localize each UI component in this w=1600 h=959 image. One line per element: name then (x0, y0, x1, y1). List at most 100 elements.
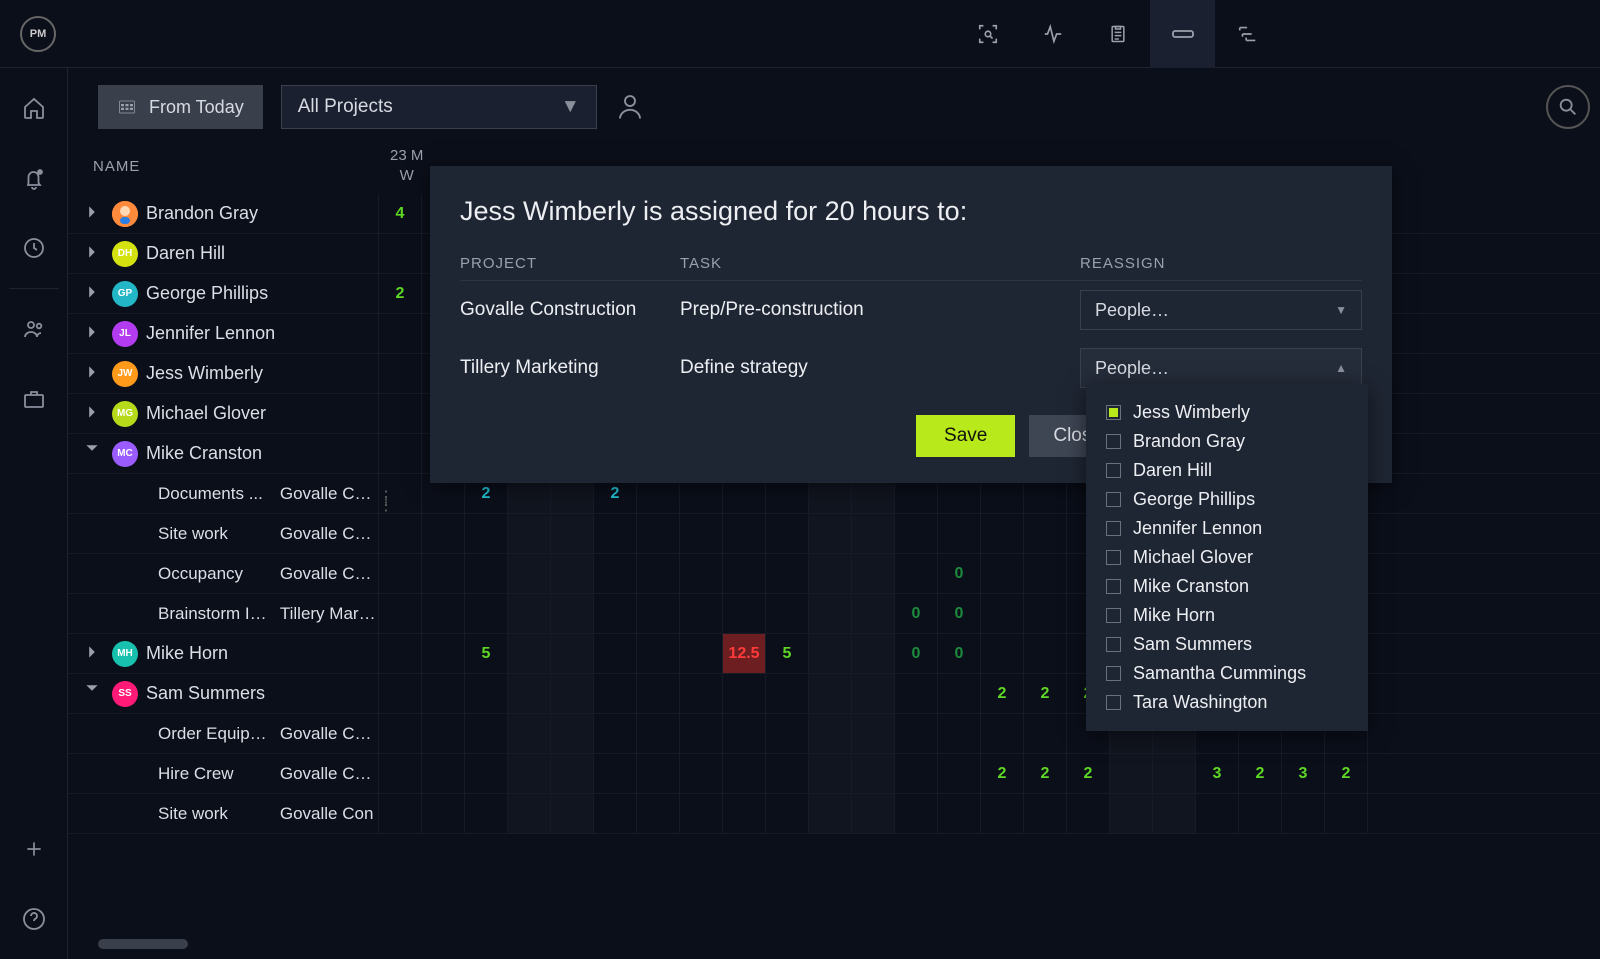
workload-cell[interactable] (808, 714, 851, 753)
workload-cell[interactable] (679, 754, 722, 793)
workload-cell[interactable] (765, 754, 808, 793)
people-option[interactable]: Brandon Gray (1086, 427, 1368, 456)
workload-cell[interactable] (1109, 794, 1152, 833)
workload-cell[interactable] (421, 754, 464, 793)
workload-cell[interactable] (937, 674, 980, 713)
workload-cell[interactable] (765, 794, 808, 833)
clock-icon[interactable] (14, 228, 54, 268)
workload-cell[interactable] (765, 594, 808, 633)
workload-cell[interactable] (378, 234, 421, 273)
workload-cell[interactable] (1367, 674, 1410, 713)
workload-cell[interactable] (1109, 754, 1152, 793)
workload-cell[interactable] (593, 794, 636, 833)
workload-cell[interactable] (636, 634, 679, 673)
workload-cell[interactable]: 2 (980, 754, 1023, 793)
workload-cell[interactable] (421, 634, 464, 673)
people-option[interactable]: Jess Wimberly (1086, 398, 1368, 427)
workload-cell[interactable] (765, 554, 808, 593)
workload-cell[interactable] (507, 674, 550, 713)
workload-cell[interactable] (679, 714, 722, 753)
scan-icon[interactable] (955, 0, 1020, 68)
checkbox[interactable] (1106, 695, 1121, 710)
workload-cell[interactable]: 2 (1023, 754, 1066, 793)
workload-cell[interactable] (808, 754, 851, 793)
workload-cell[interactable] (378, 794, 421, 833)
plus-icon[interactable] (14, 829, 54, 869)
workload-cell[interactable] (593, 514, 636, 553)
gantt-icon[interactable] (1215, 0, 1280, 68)
people-option[interactable]: Michael Glover (1086, 543, 1368, 572)
from-today-button[interactable]: From Today (98, 85, 263, 129)
people-option[interactable]: Sam Summers (1086, 630, 1368, 659)
workload-cell[interactable] (980, 514, 1023, 553)
workload-cell[interactable] (679, 674, 722, 713)
people-option[interactable]: George Phillips (1086, 485, 1368, 514)
workload-cell[interactable] (894, 714, 937, 753)
expand-toggle[interactable] (80, 285, 104, 302)
workload-cell[interactable] (851, 674, 894, 713)
workload-cell[interactable] (851, 594, 894, 633)
checkbox[interactable] (1106, 666, 1121, 681)
workload-cell[interactable] (1367, 714, 1410, 753)
workload-cell[interactable] (636, 594, 679, 633)
workload-cell[interactable] (937, 794, 980, 833)
workload-cell[interactable] (378, 554, 421, 593)
checkbox[interactable] (1106, 492, 1121, 507)
workload-cell[interactable]: 4 (378, 194, 421, 233)
workload-cell[interactable]: 0 (937, 554, 980, 593)
workload-cell[interactable]: 2 (1066, 754, 1109, 793)
people-option[interactable]: Jennifer Lennon (1086, 514, 1368, 543)
workload-cell[interactable] (980, 554, 1023, 593)
workload-cell[interactable]: 0 (937, 634, 980, 673)
workload-cell[interactable] (507, 714, 550, 753)
checkbox[interactable] (1106, 550, 1121, 565)
workload-cell[interactable] (808, 514, 851, 553)
workload-cell[interactable] (1152, 794, 1195, 833)
workload-cell[interactable] (378, 434, 421, 473)
workload-cell[interactable]: 12.5 (722, 634, 765, 673)
workload-cell[interactable] (593, 754, 636, 793)
workload-cell[interactable] (378, 314, 421, 353)
workload-cell[interactable]: 0 (937, 594, 980, 633)
workload-cell[interactable] (593, 634, 636, 673)
workload-cell[interactable]: 0 (894, 594, 937, 633)
workload-cell[interactable] (464, 714, 507, 753)
workload-cell[interactable] (722, 674, 765, 713)
workload-cell[interactable] (421, 794, 464, 833)
workload-cell[interactable] (851, 794, 894, 833)
horizontal-scrollbar[interactable] (98, 939, 188, 949)
workload-cell[interactable] (808, 554, 851, 593)
workload-cell[interactable] (636, 674, 679, 713)
workload-cell[interactable] (636, 514, 679, 553)
workload-cell[interactable] (722, 594, 765, 633)
workload-cell[interactable] (1195, 794, 1238, 833)
expand-toggle[interactable] (80, 325, 104, 342)
notifications-icon[interactable] (14, 158, 54, 198)
expand-toggle[interactable] (80, 205, 104, 222)
workload-cell[interactable] (636, 554, 679, 593)
workload-cell[interactable] (1324, 794, 1367, 833)
workload-cell[interactable] (679, 514, 722, 553)
people-option[interactable]: Tara Washington (1086, 688, 1368, 717)
workload-cell[interactable] (894, 754, 937, 793)
workload-cell[interactable]: 5 (765, 634, 808, 673)
workload-cell[interactable] (550, 674, 593, 713)
workload-cell[interactable] (980, 714, 1023, 753)
workload-cell[interactable] (378, 714, 421, 753)
workload-cell[interactable] (507, 514, 550, 553)
workload-cell[interactable] (421, 594, 464, 633)
workload-cell[interactable] (593, 554, 636, 593)
reassign-select[interactable]: People…▲ (1080, 348, 1362, 388)
workload-cell[interactable] (722, 554, 765, 593)
workload-cell[interactable] (421, 514, 464, 553)
workload-cell[interactable] (851, 514, 894, 553)
workload-cell[interactable] (894, 794, 937, 833)
workload-cell[interactable] (1023, 794, 1066, 833)
activity-icon[interactable] (1020, 0, 1085, 68)
workload-cell[interactable] (1152, 754, 1195, 793)
workload-cell[interactable] (378, 394, 421, 433)
workload-cell[interactable] (464, 514, 507, 553)
workload-cell[interactable] (1023, 634, 1066, 673)
workload-cell[interactable] (464, 794, 507, 833)
workload-cell[interactable] (1281, 794, 1324, 833)
